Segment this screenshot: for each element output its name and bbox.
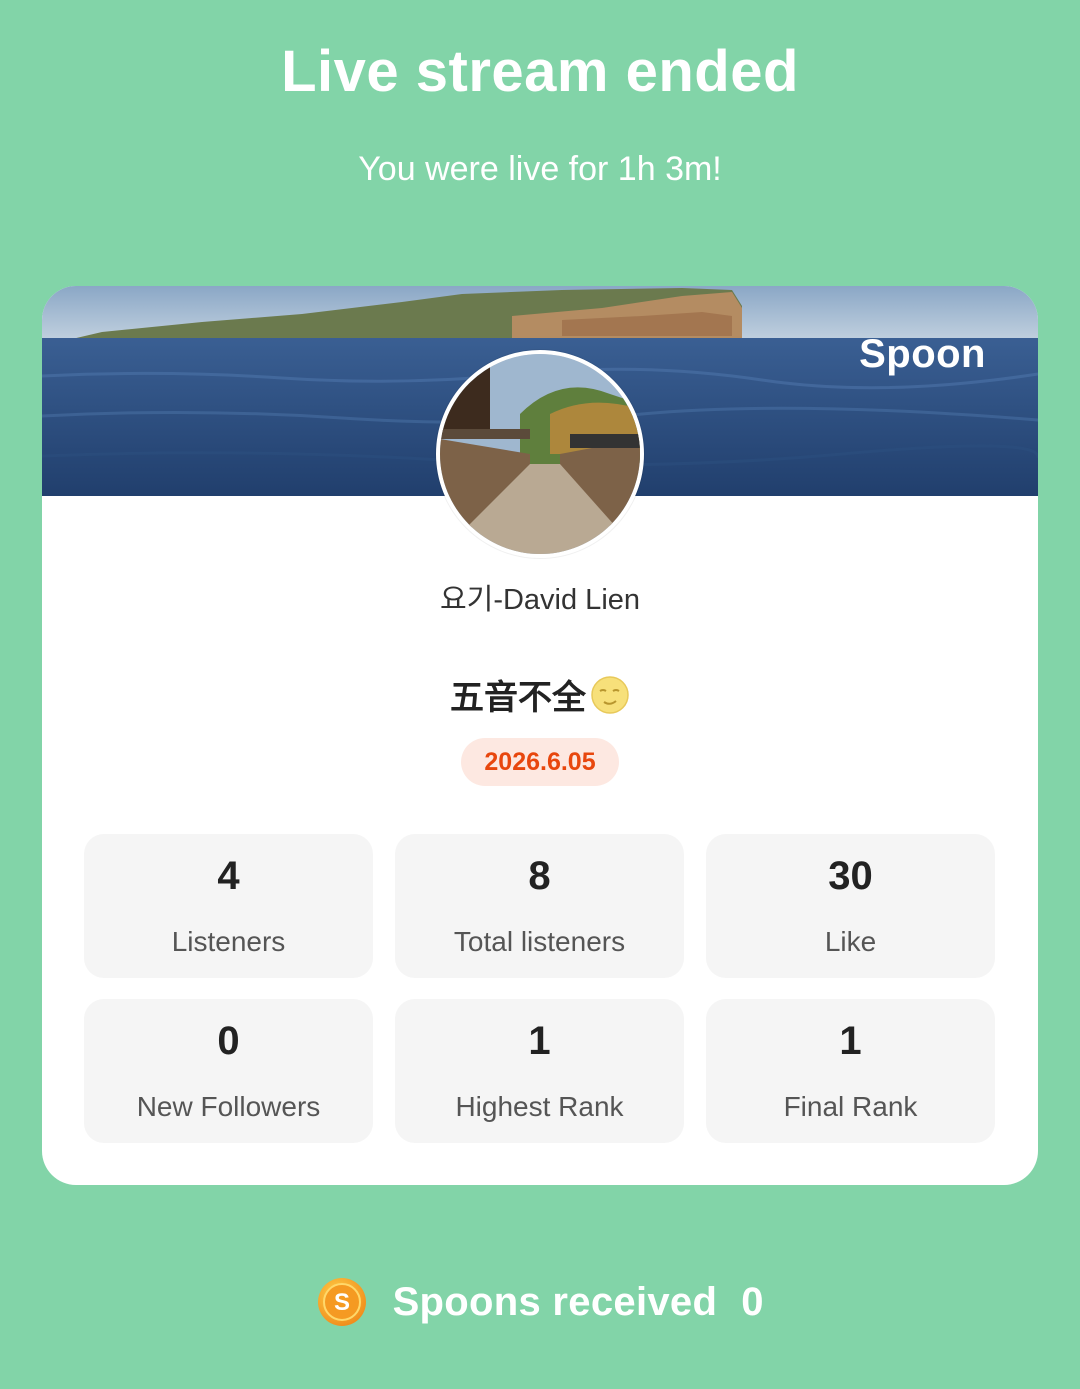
- spoons-received-count: 0: [741, 1279, 764, 1324]
- stat-highest-rank: 1 Highest Rank: [395, 999, 684, 1143]
- stat-value: 4: [217, 854, 240, 898]
- spoon-coin-icon: S: [317, 1278, 366, 1326]
- stat-final-rank: 1 Final Rank: [706, 999, 995, 1143]
- stat-label: Listeners: [171, 926, 286, 957]
- stat-new-followers: 0 New Followers: [84, 999, 373, 1143]
- stat-listeners: 4 Listeners: [84, 834, 373, 978]
- stat-value: 8: [528, 854, 551, 898]
- username: 요기-David Lien: [439, 584, 641, 616]
- avatar[interactable]: [436, 350, 644, 558]
- stat-value: 0: [217, 1019, 240, 1063]
- stat-label: Highest Rank: [455, 1091, 624, 1122]
- stat-label: Final Rank: [783, 1091, 918, 1122]
- moon-face-icon: [591, 675, 629, 714]
- stat-label: Like: [824, 926, 877, 957]
- avatar-photo: [440, 354, 640, 554]
- live-ended-screen: Live stream ended You were live for 1h 3…: [0, 0, 1080, 1389]
- stat-value: 30: [828, 854, 873, 898]
- stat-label: New Followers: [136, 1091, 321, 1122]
- stat-like: 30 Like: [706, 834, 995, 978]
- live-duration-text: You were live for 1h 3m!: [358, 150, 722, 188]
- page-title: Live stream ended: [281, 39, 799, 104]
- stat-value: 1: [528, 1019, 551, 1063]
- spoons-received-label: Spoons received: [392, 1279, 718, 1324]
- svg-text:S: S: [334, 1289, 350, 1316]
- stream-title: 五音不全: [42, 670, 1038, 719]
- spoons-received-row: S Spoons received 0: [0, 1276, 1080, 1328]
- stream-title-text: 五音不全: [450, 679, 586, 717]
- stat-total-listeners: 8 Total listeners: [395, 834, 684, 978]
- spoon-brand-logo: Spoon: [859, 332, 986, 376]
- stream-summary-card: Spoon 요기-David Lien 五音不全 2026.6.05 4 Lis…: [42, 286, 1038, 1185]
- stat-value: 1: [839, 1019, 862, 1063]
- stat-label: Total listeners: [453, 926, 626, 957]
- stats-grid: 4 Listeners 8 Total listeners 30 Like 0 …: [84, 834, 996, 1143]
- stream-date-badge: 2026.6.05: [461, 738, 619, 786]
